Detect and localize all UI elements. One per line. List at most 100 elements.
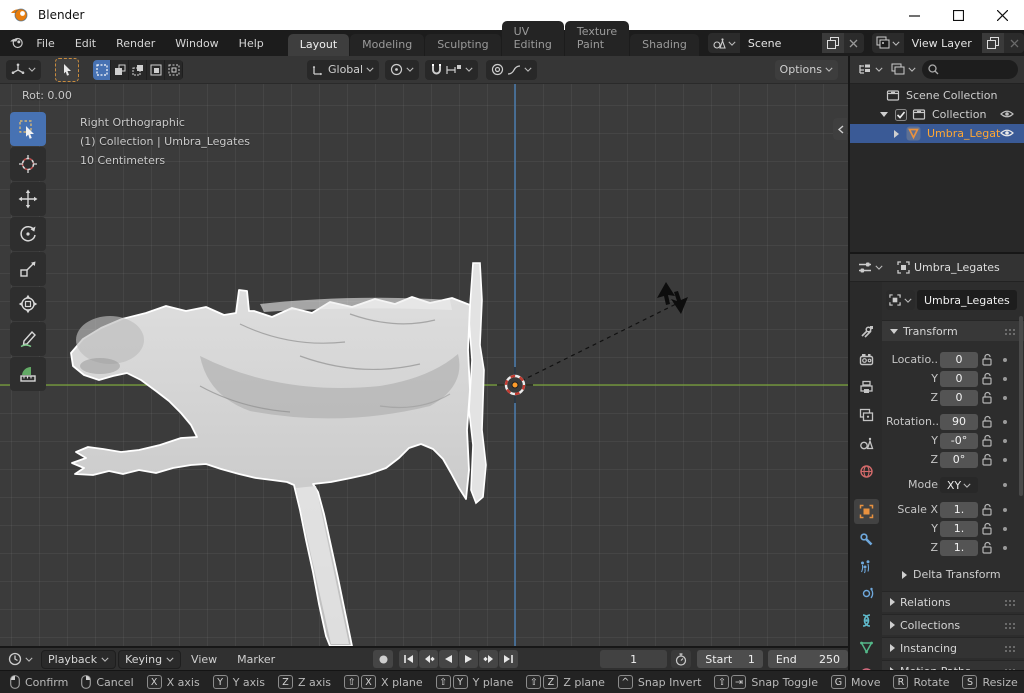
visibility-eye-icon[interactable] [1000, 127, 1014, 139]
collections-panel-header[interactable]: Collections [882, 614, 1024, 635]
value-field[interactable]: 90 [940, 414, 978, 430]
expand-caret-icon[interactable] [880, 112, 888, 117]
menu-help[interactable]: Help [229, 37, 274, 50]
value-field[interactable]: 1. [940, 521, 978, 537]
select-mode-intersect[interactable] [165, 60, 183, 80]
object-name-field[interactable]: Umbra_Legates [917, 290, 1017, 310]
play-reverse-button[interactable] [439, 650, 458, 668]
drag-handle-icon[interactable] [1004, 622, 1016, 629]
menu-file[interactable]: File [26, 37, 64, 50]
frame-end-field[interactable]: End 250 [768, 650, 848, 668]
tab-tool[interactable] [854, 319, 879, 344]
outliner-editor-type-button[interactable] [856, 60, 885, 80]
value-field[interactable]: 1. [940, 502, 978, 518]
delta-transform-subpanel[interactable]: Delta Transform [902, 568, 1001, 581]
lock-open-icon[interactable] [981, 541, 993, 554]
options-dropdown[interactable]: Options [775, 60, 838, 80]
outliner-search-field[interactable] [922, 60, 1018, 79]
value-field[interactable]: 0 [940, 352, 978, 368]
relations-panel-header[interactable]: Relations [882, 591, 1024, 612]
jump-to-start-button[interactable] [399, 650, 418, 668]
timeline-editor-type-button[interactable] [6, 649, 35, 669]
select-mode-extend[interactable] [111, 60, 129, 80]
motion-paths-panel-header[interactable]: Motion Paths [882, 660, 1024, 670]
animate-dot[interactable] [1003, 396, 1007, 400]
tab-render[interactable] [854, 347, 879, 372]
lock-open-icon[interactable] [981, 415, 993, 428]
tab-particles[interactable] [854, 554, 879, 579]
tool-cursor[interactable] [10, 147, 46, 181]
lock-open-icon[interactable] [981, 353, 993, 366]
blender-menu-logo-icon[interactable] [8, 34, 24, 52]
view-layer-copy-button[interactable] [982, 33, 1004, 53]
play-button[interactable] [459, 650, 478, 668]
value-field[interactable]: 1. [940, 540, 978, 556]
maximize-button[interactable] [936, 0, 980, 30]
visibility-eye-icon[interactable] [1000, 108, 1014, 120]
rotation-mode-dropdown[interactable]: XY [940, 477, 978, 493]
tab-modifiers[interactable] [854, 527, 879, 552]
value-field[interactable]: 0 [940, 390, 978, 406]
view-layer-remove-button[interactable] [1004, 33, 1024, 53]
scene-unlink-button[interactable] [844, 33, 864, 53]
tab-view-layer[interactable] [854, 403, 879, 428]
animate-dot[interactable] [1003, 377, 1007, 381]
tool-annotate[interactable] [10, 322, 46, 356]
properties-editor-type-button[interactable] [856, 258, 885, 278]
expand-caret-icon[interactable] [894, 130, 899, 138]
snap-target-dropdown[interactable] [385, 60, 419, 80]
scene-name-field[interactable]: Scene [740, 33, 822, 53]
view-layer-name-field[interactable]: View Layer [904, 33, 982, 53]
animate-dot[interactable] [1003, 527, 1007, 531]
animate-dot[interactable] [1003, 439, 1007, 443]
tab-modeling[interactable]: Modeling [350, 34, 424, 56]
lock-open-icon[interactable] [981, 372, 993, 385]
instancing-panel-header[interactable]: Instancing [882, 637, 1024, 658]
tab-sculpting[interactable]: Sculpting [425, 34, 500, 56]
outliner-display-mode-button[interactable] [889, 60, 918, 80]
tool-rotate[interactable] [10, 217, 46, 251]
minimize-button[interactable] [892, 0, 936, 30]
tab-uv-editing[interactable]: UV Editing [502, 21, 564, 56]
snap-toggle-group[interactable] [425, 60, 478, 80]
object-browse-button[interactable] [886, 290, 915, 310]
tool-transform[interactable] [10, 287, 46, 321]
tab-physics[interactable] [854, 581, 879, 606]
close-button[interactable] [980, 0, 1024, 30]
use-preview-range-button[interactable] [671, 650, 691, 668]
animate-dot[interactable] [1003, 420, 1007, 424]
current-frame-field[interactable]: 1 [600, 650, 667, 668]
properties-scrollbar[interactable] [1019, 316, 1023, 496]
value-field[interactable]: 0 [940, 371, 978, 387]
next-keyframe-button[interactable] [479, 650, 498, 668]
lock-open-icon[interactable] [981, 522, 993, 535]
tab-texture-paint[interactable]: Texture Paint [565, 21, 629, 56]
select-mode-invert[interactable] [147, 60, 165, 80]
sidebar-toggle[interactable] [833, 118, 847, 140]
timeline-menu-marker[interactable]: Marker [227, 653, 285, 666]
tab-object[interactable] [854, 499, 879, 524]
outliner-row-collection[interactable]: Collection [850, 105, 1024, 124]
lock-open-icon[interactable] [981, 391, 993, 404]
outliner-row-umbra-legates[interactable]: Umbra_Legat [850, 124, 1024, 143]
checkbox-checked-icon[interactable] [895, 109, 907, 121]
tab-output[interactable] [854, 375, 879, 400]
tool-measure[interactable] [10, 357, 46, 391]
frame-start-field[interactable]: Start 1 [697, 650, 763, 668]
drag-handle-icon[interactable] [1004, 328, 1016, 335]
lock-open-icon[interactable] [981, 434, 993, 447]
record-button[interactable] [373, 650, 393, 668]
active-tool-button[interactable] [55, 58, 79, 82]
transform-panel-header[interactable]: Transform [882, 320, 1024, 341]
editor-type-button[interactable] [6, 60, 41, 80]
view-layer-browse-button[interactable] [872, 36, 904, 50]
playback-dropdown[interactable]: Playback [41, 650, 116, 669]
animate-dot[interactable] [1003, 546, 1007, 550]
prev-keyframe-button[interactable] [419, 650, 438, 668]
animate-dot[interactable] [1003, 483, 1007, 487]
scene-copy-button[interactable] [822, 33, 844, 53]
drag-handle-icon[interactable] [1004, 645, 1016, 652]
menu-window[interactable]: Window [165, 37, 228, 50]
animate-dot[interactable] [1003, 358, 1007, 362]
tab-shading[interactable]: Shading [630, 34, 699, 56]
